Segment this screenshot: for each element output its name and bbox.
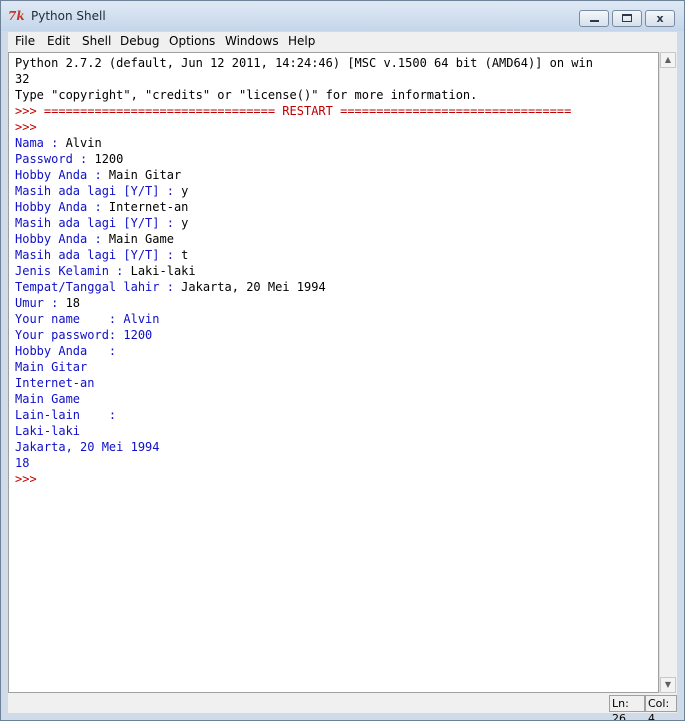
output-text: 1200 (94, 152, 124, 166)
stdout-text: Main Game (15, 392, 81, 406)
shell-line: 18 (15, 455, 593, 471)
shell-line: Jenis Kelamin : Laki-laki (15, 263, 593, 279)
output-text: Internet-an (108, 200, 189, 214)
stdout-text: Password : (15, 152, 95, 166)
shell-line: Masih ada lagi [Y/T] : y (15, 183, 593, 199)
stdout-text: Masih ada lagi [Y/T] : (15, 248, 182, 262)
menu-options[interactable]: Options (169, 33, 215, 49)
output-text: Alvin (65, 136, 102, 150)
prompt-text: >>> (15, 120, 44, 134)
stdout-text: Hobby Anda : (15, 232, 109, 246)
shell-line: Nama : Alvin (15, 135, 593, 151)
menu-shell[interactable]: Shell (82, 33, 111, 49)
shell-line: Internet-an (15, 375, 593, 391)
shell-text-area[interactable]: Python 2.7.2 (default, Jun 12 2011, 14:2… (8, 52, 659, 693)
stdout-text: Hobby Anda : (15, 200, 109, 214)
python-shell-window: 7k Python Shell x File Edit Shell Debug … (0, 0, 685, 721)
maximize-button[interactable] (612, 10, 642, 27)
shell-line: Hobby Anda : Main Game (15, 231, 593, 247)
close-icon: x (656, 12, 664, 25)
shell-line: Python 2.7.2 (default, Jun 12 2011, 14:2… (15, 55, 593, 71)
window-title: Python Shell (31, 9, 106, 23)
tk-feather-icon: 7k (8, 9, 25, 23)
maximize-icon (622, 14, 632, 22)
output-text: Main Game (108, 232, 174, 246)
shell-line: Main Gitar (15, 359, 593, 375)
shell-line: >>> (15, 471, 593, 487)
shell-line: Type "copyright", "credits" or "license(… (15, 87, 593, 103)
menu-bar: File Edit Shell Debug Options Windows He… (8, 32, 677, 50)
stdout-text: Jenis Kelamin : (15, 264, 131, 278)
stdout-text: Laki-laki (15, 424, 81, 438)
shell-line: 32 (15, 71, 593, 87)
minimize-button[interactable] (579, 10, 609, 27)
shell-line: Hobby Anda : Internet-an (15, 199, 593, 215)
stdout-text: Masih ada lagi [Y/T] : (15, 184, 182, 198)
shell-line: Hobby Anda : (15, 343, 593, 359)
menu-help[interactable]: Help (288, 33, 315, 49)
stdout-text: Hobby Anda : (15, 168, 109, 182)
shell-line: Jakarta, 20 Mei 1994 (15, 439, 593, 455)
shell-line: Lain-lain : (15, 407, 593, 423)
shell-line: >>> ================================ RES… (15, 103, 593, 119)
stdout-text: Lain-lain : (15, 408, 117, 422)
output-text: Python 2.7.2 (default, Jun 12 2011, 14:2… (15, 56, 593, 70)
shell-line: Tempat/Tanggal lahir : Jakarta, 20 Mei 1… (15, 279, 593, 295)
column-number-status: Col: 4 (645, 695, 677, 720)
prompt-text: >>> (15, 472, 44, 486)
output-text: y (181, 216, 189, 230)
menu-file[interactable]: File (15, 33, 35, 49)
shell-line: Umur : 18 (15, 295, 593, 311)
title-bar[interactable]: 7k Python Shell x (1, 1, 684, 31)
status-bar: Ln: 26 Col: 4 (8, 693, 677, 720)
shell-line: Masih ada lagi [Y/T] : t (15, 247, 593, 263)
menu-edit[interactable]: Edit (47, 33, 70, 49)
close-button[interactable]: x (645, 10, 675, 27)
stdout-text: Your password: 1200 (15, 328, 153, 342)
output-text: Type "copyright", "credits" or "license(… (15, 88, 478, 102)
scroll-down-arrow-icon[interactable]: ▼ (660, 677, 676, 693)
stdout-text: Nama : (15, 136, 66, 150)
stdout-text: 18 (15, 456, 30, 470)
shell-line: Your name : Alvin (15, 311, 593, 327)
output-text: 32 (15, 72, 30, 86)
shell-line: >>> (15, 119, 593, 135)
line-number-status: Ln: 26 (609, 695, 645, 720)
shell-line: Masih ada lagi [Y/T] : y (15, 215, 593, 231)
stdout-text: Your name : Alvin (15, 312, 160, 326)
stdout-text: Jakarta, 20 Mei 1994 (15, 440, 160, 454)
stdout-text: Hobby Anda : (15, 344, 117, 358)
shell-line: Main Game (15, 391, 593, 407)
shell-output[interactable]: Python 2.7.2 (default, Jun 12 2011, 14:2… (15, 55, 593, 487)
output-text: Main Gitar (108, 168, 182, 182)
shell-line: Laki-laki (15, 423, 593, 439)
stdout-text: Tempat/Tanggal lahir : (15, 280, 182, 294)
shell-client-area: Python 2.7.2 (default, Jun 12 2011, 14:2… (8, 50, 677, 720)
output-text: Laki-laki (130, 264, 196, 278)
output-text: Jakarta, 20 Mei 1994 (181, 280, 326, 294)
stdout-text: Masih ada lagi [Y/T] : (15, 216, 182, 230)
stdout-text: Internet-an (15, 376, 95, 390)
minimize-icon (590, 20, 599, 22)
stdout-text: Main Gitar (15, 360, 88, 374)
vertical-scrollbar[interactable]: ▲ ▼ (659, 52, 676, 693)
output-text: 18 (65, 296, 81, 310)
menu-debug[interactable]: Debug (120, 33, 159, 49)
output-text: t (181, 248, 189, 262)
output-text: y (181, 184, 189, 198)
shell-line: Password : 1200 (15, 151, 593, 167)
menu-windows[interactable]: Windows (225, 33, 279, 49)
shell-line: Your password: 1200 (15, 327, 593, 343)
shell-line: Hobby Anda : Main Gitar (15, 167, 593, 183)
scroll-up-arrow-icon[interactable]: ▲ (660, 52, 676, 68)
stdout-text: Umur : (15, 296, 66, 310)
prompt-text: >>> ================================ RES… (15, 104, 572, 118)
